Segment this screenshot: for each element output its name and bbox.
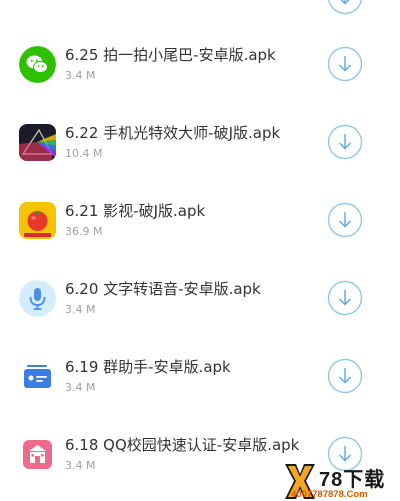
wechat-icon bbox=[19, 46, 56, 83]
file-title[interactable]: 6.22 手机光特效大师-破J版.apk bbox=[65, 124, 280, 142]
file-title[interactable]: 6.19 群助手-安卓版.apk bbox=[65, 358, 231, 376]
list-item[interactable]: 6.21 影视-破J版.apk 36.9 M bbox=[0, 184, 400, 262]
download-button[interactable] bbox=[327, 280, 363, 316]
watermark: 78下载 4007787878.Com bbox=[283, 462, 400, 501]
file-size: 3.4 M bbox=[65, 69, 96, 82]
download-button[interactable] bbox=[327, 46, 363, 82]
file-size: 10.4 M bbox=[65, 147, 103, 160]
list-item[interactable]: 6.25 拍一拍小尾巴-安卓版.apk 3.4 M bbox=[0, 28, 400, 106]
list-item[interactable]: 6.19 群助手-安卓版.apk 3.4 M bbox=[0, 340, 400, 418]
file-title[interactable]: 6.20 文字转语音-安卓版.apk bbox=[65, 280, 261, 298]
file-size: 3.4 M bbox=[65, 381, 96, 394]
download-button[interactable] bbox=[327, 124, 363, 160]
prism-light-icon bbox=[19, 124, 56, 161]
list-item[interactable]: 6.22 手机光特效大师-破J版.apk 10.4 M bbox=[0, 106, 400, 184]
file-title[interactable]: 6.25 拍一拍小尾巴-安卓版.apk bbox=[65, 46, 276, 64]
list-item[interactable]: 6.20 文字转语音-安卓版.apk 3.4 M bbox=[0, 262, 400, 340]
watermark-phone: 4007787878.Com bbox=[291, 489, 368, 500]
card-icon bbox=[19, 358, 56, 395]
download-button[interactable] bbox=[327, 0, 363, 15]
school-icon bbox=[19, 436, 56, 473]
download-list: 6.25 拍一拍小尾巴-安卓版.apk 3.4 M 6.22 手机光特效大师-破… bbox=[0, 0, 400, 501]
file-size: 3.4 M bbox=[65, 459, 96, 472]
tomato-icon bbox=[19, 202, 56, 239]
file-size: 36.9 M bbox=[65, 225, 103, 238]
file-size: 3.4 M bbox=[65, 303, 96, 316]
download-button[interactable] bbox=[327, 358, 363, 394]
download-button[interactable] bbox=[327, 202, 363, 238]
file-title[interactable]: 6.18 QQ校园快速认证-安卓版.apk bbox=[65, 436, 299, 454]
watermark-brand: 78下载 bbox=[319, 469, 386, 491]
microphone-icon bbox=[19, 280, 56, 317]
file-title[interactable]: 6.21 影视-破J版.apk bbox=[65, 202, 205, 220]
